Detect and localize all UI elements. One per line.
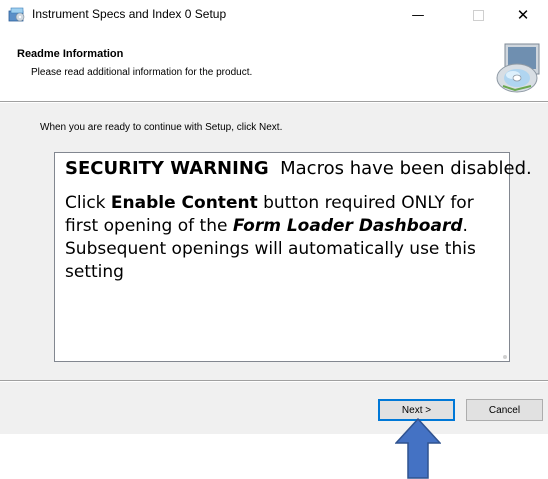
- warning-title: SECURITY WARNING: [65, 158, 269, 179]
- up-arrow-shape: [395, 418, 441, 479]
- intro-text: When you are ready to continue with Setu…: [40, 122, 283, 133]
- wizard-header: Readme Information Please read additiona…: [0, 30, 548, 102]
- minimize-button[interactable]: —: [395, 0, 441, 30]
- window-title: Instrument Specs and Index 0 Setup: [32, 7, 227, 21]
- maximize-icon: [472, 9, 484, 21]
- setup-disc-icon: [496, 43, 540, 93]
- footer-divider-highlight: [0, 381, 548, 382]
- page-subtitle: Please read additional information for t…: [31, 67, 253, 78]
- title-bar[interactable]: Instrument Specs and Index 0 Setup — ✕: [0, 0, 548, 30]
- page-title: Readme Information: [17, 48, 124, 60]
- installer-icon: [8, 7, 25, 22]
- setup-window: Instrument Specs and Index 0 Setup — ✕ R…: [0, 0, 548, 434]
- enable-content-instructions: Click Enable Content button required ONL…: [65, 192, 509, 284]
- dashboard-name: Form Loader Dashboard: [232, 216, 463, 236]
- readme-text-box[interactable]: SECURITY WARNING Macros have been disabl…: [54, 152, 532, 362]
- enable-content-label: Enable Content: [110, 193, 258, 213]
- header-divider: [0, 102, 548, 103]
- blue-up-arrow: [395, 418, 441, 479]
- cancel-button[interactable]: Cancel: [466, 399, 543, 421]
- maximize-button: [455, 0, 501, 30]
- close-button[interactable]: ✕: [500, 0, 546, 30]
- minimize-icon: —: [411, 7, 425, 23]
- close-icon: ✕: [516, 6, 530, 24]
- resize-grip: [503, 355, 507, 359]
- security-warning-line: SECURITY WARNING Macros have been disabl…: [65, 158, 532, 180]
- warning-message: Macros have been disabled.: [280, 158, 532, 179]
- instruction-prefix: Click: [65, 193, 111, 213]
